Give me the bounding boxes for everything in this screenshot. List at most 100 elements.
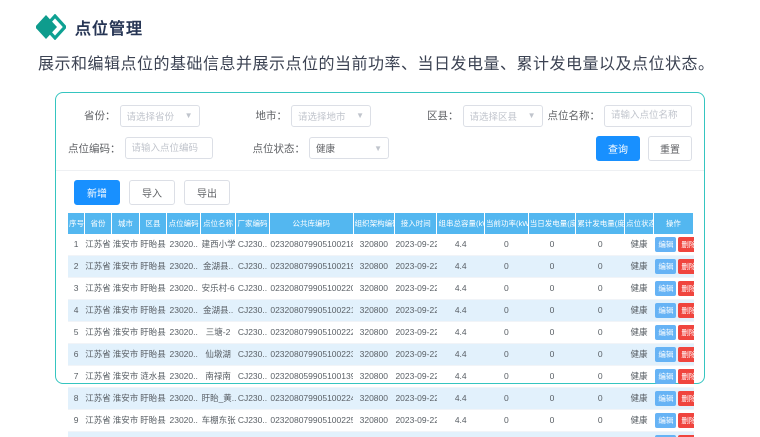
delete-button[interactable]: 删除 [678,325,693,340]
table-cell: 2023-09-22 [394,255,437,277]
edit-button[interactable]: 编辑 [655,259,676,274]
delete-button[interactable]: 删除 [678,303,693,318]
edit-button[interactable]: 编辑 [655,325,676,340]
filter-row-1: 省份： 请选择省份 ▼ 地市： 请选择地市 ▼ 区县： 请选择区县 ▼ 点位名称… [68,105,692,127]
table-cell: 盱眙县 [139,255,167,277]
delete-button[interactable]: 删除 [678,413,693,428]
table-cell: 健康 [625,277,654,299]
table-cell: 23020.. [167,409,201,431]
table-cell: 320800 [353,234,394,256]
edit-button[interactable]: 编辑 [655,413,676,428]
table-cell: 淮安市 [112,255,140,277]
table-cell: 0 [485,299,529,321]
table-cell: CJ230.. [236,299,270,321]
edit-button[interactable]: 编辑 [655,281,676,296]
export-button[interactable]: 导出 [184,180,230,205]
table-cell: 健康 [625,343,654,365]
table-row: 10江苏省淮安市淮阴县23020..合心庄CJ230..023208029905… [68,431,694,437]
row-actions: 编辑删除 [653,277,693,299]
search-button[interactable]: 查询 [596,136,640,161]
table-cell: 江苏省 [84,277,112,299]
column-header: 累计发电量(度) [576,213,625,234]
table-cell: 0 [485,387,529,409]
row-actions: 编辑删除 [653,321,693,343]
table-cell: 0 [528,321,576,343]
row-actions: 编辑删除 [653,387,693,409]
import-button[interactable]: 导入 [129,180,175,205]
table-cell: 320800 [353,299,394,321]
delete-button[interactable]: 删除 [678,347,693,362]
table-cell: 0 [576,409,625,431]
table-cell: 0 [576,321,625,343]
table-row: 1江苏省淮安市盱眙县23020..建西小学CJ230..023208079905… [68,234,694,256]
table-cell: 盱眙县 [139,234,167,256]
table-cell: 023208079905100219 [269,255,353,277]
table-cell: 023208079905100218 [269,234,353,256]
table-cell: 0 [576,234,625,256]
table-cell: 23020.. [167,255,201,277]
table-cell: 车棚东张 [201,409,236,431]
table-cell: 2023-09-22 [394,234,437,256]
table-cell: 3 [68,277,84,299]
reset-button[interactable]: 重置 [648,136,692,161]
province-select[interactable]: 请选择省份 ▼ [120,105,200,127]
table-cell: 4.4 [437,277,485,299]
table-cell: 0 [576,277,625,299]
table-cell: 0 [485,343,529,365]
table-cell: 023208079905100223 [269,343,353,365]
column-header: 序号 [68,213,84,234]
table-cell: 淮安市 [112,234,140,256]
table-cell: 23020.. [167,387,201,409]
table-cell: 0 [528,387,576,409]
filter-point-name: 点位名称： [548,105,693,127]
column-header: 操作 [653,213,693,234]
city-select[interactable]: 请选择地市 ▼ [291,105,371,127]
divider [56,170,704,171]
table-cell: 金湖县.. [201,255,236,277]
page-title: 点位管理 [75,15,143,39]
table-cell: 盱眙_黄.. [201,387,236,409]
delete-button[interactable]: 删除 [678,237,693,252]
row-actions: 编辑删除 [653,234,693,256]
table-cell: 健康 [625,234,654,256]
table-cell: 023208079905100221 [269,299,353,321]
delete-button[interactable]: 删除 [678,281,693,296]
table-cell: 安乐村-6 [201,277,236,299]
point-name-input[interactable] [604,105,692,127]
point-name-label: 点位名称： [548,108,601,123]
table-cell: 0 [485,234,529,256]
table-cell: 4.4 [437,299,485,321]
add-button[interactable]: 新增 [74,180,120,205]
table-cell: 2023-09-22 [394,299,437,321]
table-row: 9江苏省淮安市盱眙县23020..车棚东张CJ230..023208079905… [68,409,694,431]
delete-button[interactable]: 删除 [678,259,693,274]
delete-button[interactable]: 删除 [678,369,693,384]
table-cell: 淮安市 [112,343,140,365]
table-cell: 2023-09-22 [394,365,437,387]
table-cell: 0 [528,343,576,365]
edit-button[interactable]: 编辑 [655,347,676,362]
point-code-input[interactable] [125,137,213,159]
district-select[interactable]: 请选择区县 ▼ [463,105,543,127]
table-cell: 金湖县.. [201,299,236,321]
column-header: 城市 [112,213,140,234]
edit-button[interactable]: 编辑 [655,369,676,384]
column-header: 公共库编码 [269,213,353,234]
district-label: 区县： [427,108,459,123]
toolbar: 新增 导入 导出 [74,180,692,205]
table-cell: 淮阴县 [139,431,167,437]
edit-button[interactable]: 编辑 [655,391,676,406]
edit-button[interactable]: 编辑 [655,303,676,318]
column-header: 点位名称 [201,213,236,234]
column-header: 接入时间 [394,213,437,234]
district-placeholder: 请选择区县 [470,109,518,123]
table-cell: 0 [485,277,529,299]
delete-button[interactable]: 删除 [678,391,693,406]
table-cell: 7 [68,365,84,387]
point-code-label: 点位编码： [68,141,121,156]
table-cell: 9 [68,409,84,431]
edit-button[interactable]: 编辑 [655,237,676,252]
point-status-select[interactable]: 健康 ▼ [309,137,389,159]
filter-district: 区县： 请选择区县 ▼ [427,105,543,127]
table-cell: 江苏省 [84,431,112,437]
